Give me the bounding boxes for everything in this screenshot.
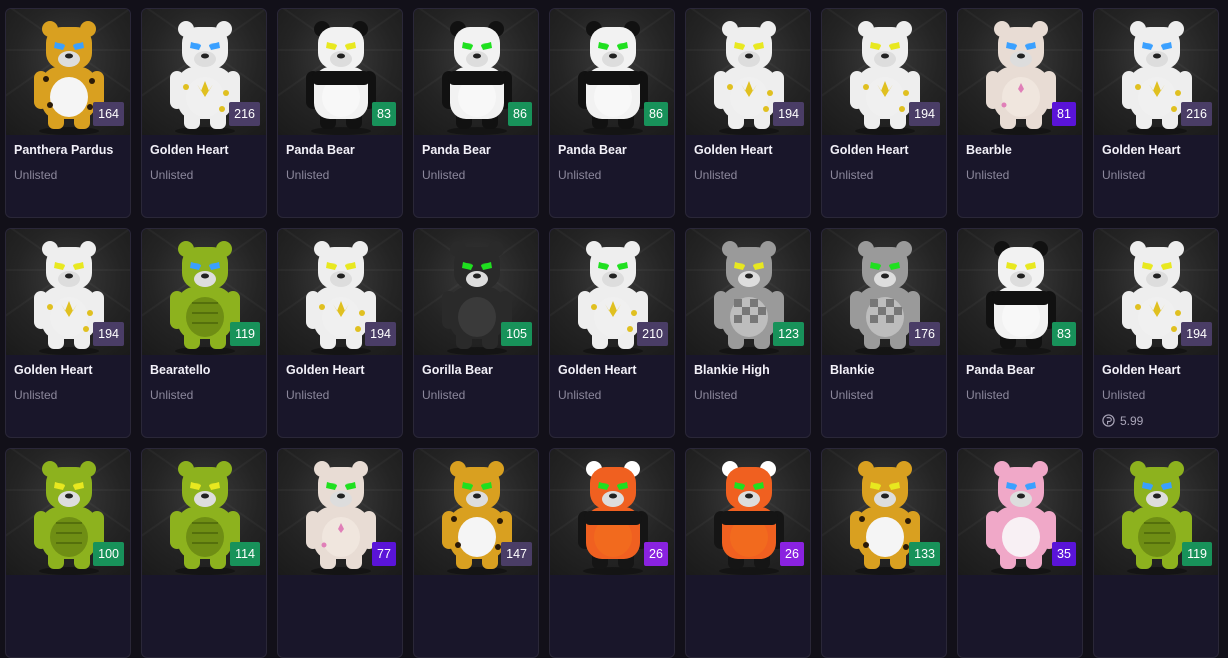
rank-badge: 119 bbox=[1182, 542, 1212, 566]
rank-badge: 194 bbox=[93, 322, 124, 346]
nft-card[interactable]: 119 Bearatello Unlisted bbox=[141, 228, 267, 438]
nft-card[interactable]: 26 bbox=[549, 448, 675, 658]
nft-card[interactable]: 194 Golden Heart Unlisted bbox=[5, 228, 131, 438]
nft-card[interactable]: 114 bbox=[141, 448, 267, 658]
rank-badge: 123 bbox=[773, 322, 804, 346]
nft-card[interactable]: 105 Gorilla Bear Unlisted bbox=[413, 228, 539, 438]
listing-status: Unlisted bbox=[966, 388, 1010, 402]
price-label: 5.99 bbox=[1102, 414, 1143, 428]
rank-badge: 77 bbox=[372, 542, 396, 566]
rank-badge: 86 bbox=[508, 102, 532, 126]
item-name: Panda Bear bbox=[422, 143, 491, 157]
listing-status: Unlisted bbox=[694, 168, 738, 182]
item-name: Golden Heart bbox=[1102, 363, 1181, 377]
rank-badge: 119 bbox=[230, 322, 260, 346]
nft-card[interactable]: 194 Golden Heart Unlisted bbox=[821, 8, 947, 218]
rank-badge: 194 bbox=[909, 102, 940, 126]
coin-icon bbox=[1102, 414, 1115, 427]
listing-status: Unlisted bbox=[150, 388, 194, 402]
listing-status: Unlisted bbox=[150, 168, 194, 182]
listing-status: Unlisted bbox=[830, 388, 874, 402]
nft-card[interactable]: 133 bbox=[821, 448, 947, 658]
nft-card[interactable]: 100 bbox=[5, 448, 131, 658]
rank-badge: 133 bbox=[909, 542, 940, 566]
rank-badge: 83 bbox=[372, 102, 396, 126]
listing-status: Unlisted bbox=[558, 388, 602, 402]
item-name: Bearble bbox=[966, 143, 1012, 157]
nft-card[interactable]: 123 Blankie High Unlisted bbox=[685, 228, 811, 438]
rank-badge: 147 bbox=[501, 542, 532, 566]
item-name: Panda Bear bbox=[966, 363, 1035, 377]
nft-card[interactable]: 216 Golden Heart Unlisted bbox=[1093, 8, 1219, 218]
nft-card[interactable]: 26 bbox=[685, 448, 811, 658]
rank-badge: 26 bbox=[644, 542, 668, 566]
listing-status: Unlisted bbox=[966, 168, 1010, 182]
item-name: Blankie High bbox=[694, 363, 770, 377]
rank-badge: 194 bbox=[365, 322, 396, 346]
nft-card[interactable]: 77 bbox=[277, 448, 403, 658]
nft-card[interactable]: 210 Golden Heart Unlisted bbox=[549, 228, 675, 438]
nft-card[interactable]: 176 Blankie Unlisted bbox=[821, 228, 947, 438]
item-name: Bearatello bbox=[150, 363, 211, 377]
nft-card[interactable]: 147 bbox=[413, 448, 539, 658]
price-value: 5.99 bbox=[1120, 414, 1144, 428]
item-name: Golden Heart bbox=[150, 143, 229, 157]
rank-badge: 114 bbox=[230, 542, 260, 566]
nft-card[interactable]: 81 Bearble Unlisted bbox=[957, 8, 1083, 218]
item-name: Golden Heart bbox=[286, 363, 365, 377]
rank-badge: 216 bbox=[229, 102, 260, 126]
item-name: Golden Heart bbox=[1102, 143, 1181, 157]
listing-status: Unlisted bbox=[286, 388, 330, 402]
rank-badge: 164 bbox=[93, 102, 124, 126]
listing-status: Unlisted bbox=[558, 168, 602, 182]
nft-card[interactable]: 35 bbox=[957, 448, 1083, 658]
rank-badge: 194 bbox=[773, 102, 804, 126]
listing-status: Unlisted bbox=[694, 388, 738, 402]
nft-card[interactable]: 83 Panda Bear Unlisted bbox=[957, 228, 1083, 438]
rank-badge: 86 bbox=[644, 102, 668, 126]
listing-status: Unlisted bbox=[1102, 388, 1146, 402]
nft-card[interactable]: 119 bbox=[1093, 448, 1219, 658]
rank-badge: 216 bbox=[1181, 102, 1212, 126]
listing-status: Unlisted bbox=[422, 388, 466, 402]
nft-card[interactable]: 83 Panda Bear Unlisted bbox=[277, 8, 403, 218]
nft-card[interactable]: 86 Panda Bear Unlisted bbox=[413, 8, 539, 218]
rank-badge: 176 bbox=[909, 322, 940, 346]
item-name: Gorilla Bear bbox=[422, 363, 493, 377]
rank-badge: 83 bbox=[1052, 322, 1076, 346]
nft-card[interactable]: 194 Golden Heart Unlisted bbox=[685, 8, 811, 218]
item-name: Panda Bear bbox=[286, 143, 355, 157]
listing-status: Unlisted bbox=[1102, 168, 1146, 182]
rank-badge: 194 bbox=[1181, 322, 1212, 346]
listing-status: Unlisted bbox=[286, 168, 330, 182]
listing-status: Unlisted bbox=[422, 168, 466, 182]
nft-card[interactable]: 194 Golden Heart Unlisted 5.99 bbox=[1093, 228, 1219, 438]
listing-status: Unlisted bbox=[14, 388, 58, 402]
rank-badge: 210 bbox=[637, 322, 668, 346]
item-name: Panda Bear bbox=[558, 143, 627, 157]
nft-grid: 164 Panthera Pardus Unlisted 216 Golden Hea… bbox=[0, 0, 1228, 658]
rank-badge: 35 bbox=[1052, 542, 1076, 566]
nft-card[interactable]: 164 Panthera Pardus Unlisted bbox=[5, 8, 131, 218]
nft-card[interactable]: 216 Golden Heart Unlisted bbox=[141, 8, 267, 218]
item-name: Golden Heart bbox=[558, 363, 637, 377]
nft-card[interactable]: 86 Panda Bear Unlisted bbox=[549, 8, 675, 218]
rank-badge: 100 bbox=[93, 542, 124, 566]
item-name: Golden Heart bbox=[694, 143, 773, 157]
item-name: Blankie bbox=[830, 363, 875, 377]
listing-status: Unlisted bbox=[14, 168, 58, 182]
rank-badge: 105 bbox=[501, 322, 532, 346]
nft-card[interactable]: 194 Golden Heart Unlisted bbox=[277, 228, 403, 438]
item-name: Golden Heart bbox=[14, 363, 93, 377]
item-name: Panthera Pardus bbox=[14, 143, 114, 157]
rank-badge: 81 bbox=[1052, 102, 1076, 126]
rank-badge: 26 bbox=[780, 542, 804, 566]
item-name: Golden Heart bbox=[830, 143, 909, 157]
listing-status: Unlisted bbox=[830, 168, 874, 182]
